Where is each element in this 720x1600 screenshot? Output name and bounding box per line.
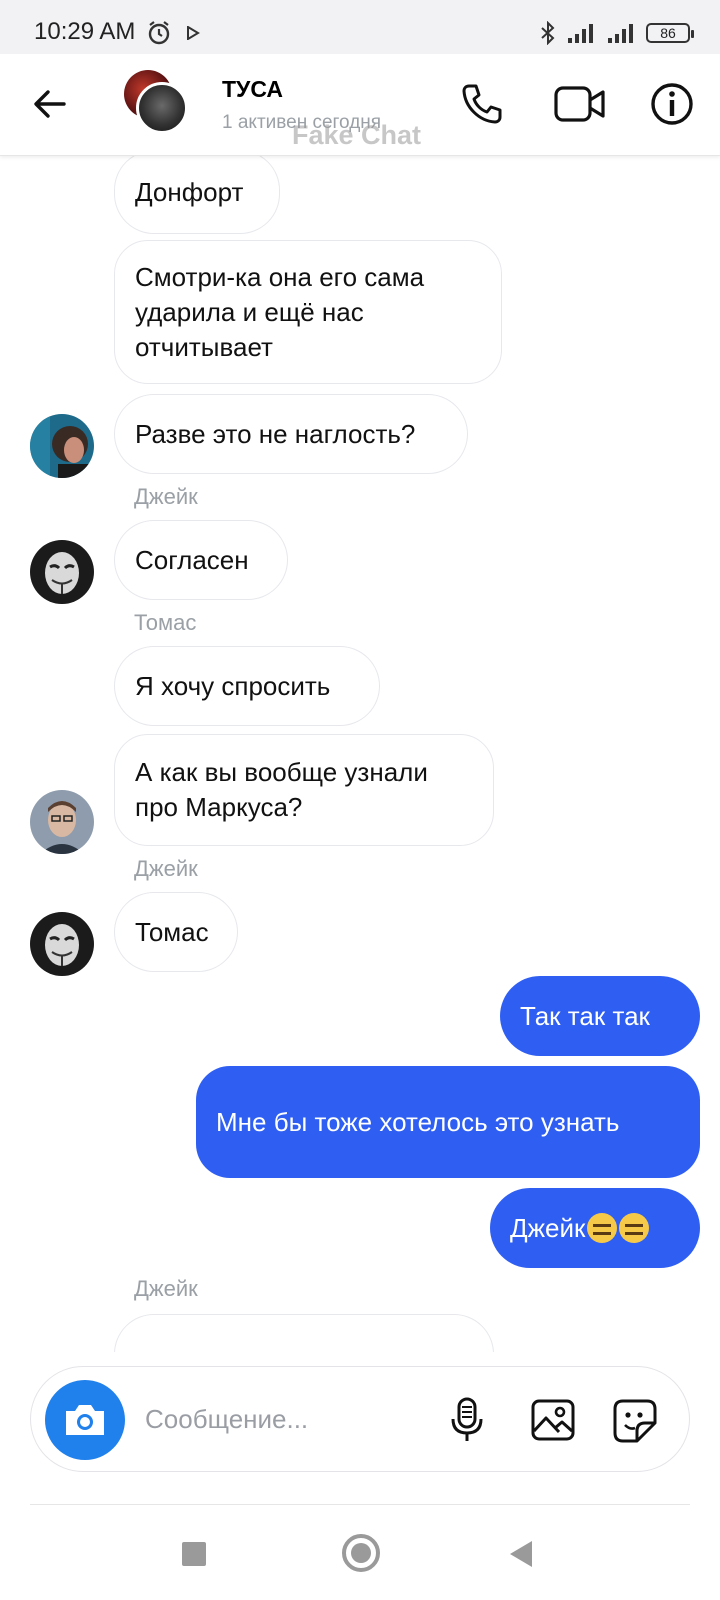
home-button[interactable] — [342, 1534, 380, 1572]
group-avatar-front — [136, 82, 188, 134]
signal-icon-2 — [608, 24, 633, 43]
avatar-jake[interactable] — [30, 912, 94, 976]
message-list[interactable]: Донфорт Смотри-ка она его сама ударила и… — [0, 156, 720, 1352]
message-text: Я хочу спросить — [135, 670, 331, 701]
message-bubble-partial[interactable] — [114, 1314, 494, 1352]
avatar-image — [30, 414, 94, 478]
status-bar: 10:29 AM 86 — [0, 0, 720, 54]
message-text: Разве это не наглость? — [135, 418, 416, 449]
message-bubble-outgoing[interactable]: Так так так — [500, 976, 700, 1056]
message-bubble[interactable]: Согласен — [114, 520, 288, 600]
recent-apps-button[interactable] — [182, 1542, 206, 1566]
message-bubble[interactable]: А как вы вообще узнали про Маркуса? — [114, 734, 494, 846]
message-bubble[interactable]: Томас — [114, 892, 238, 972]
divider — [30, 1504, 690, 1505]
message-input[interactable] — [145, 1397, 415, 1441]
expressionless-face-icon — [619, 1213, 650, 1243]
message-text: Так так так — [520, 1000, 650, 1031]
message-text: Джейк — [510, 1212, 586, 1243]
sender-name: Томас — [134, 610, 197, 635]
avatar-tomas[interactable] — [30, 790, 94, 854]
watermark: Fake Chat — [292, 120, 422, 150]
avatar-jake[interactable] — [30, 540, 94, 604]
battery-icon: 86 — [646, 23, 694, 43]
signal-icon — [568, 24, 593, 43]
message-bubble-outgoing[interactable]: Мне бы тоже хотелось это узнать — [196, 1066, 700, 1178]
message-text: Томас — [135, 916, 209, 947]
message-composer — [30, 1366, 690, 1472]
expressionless-face-icon — [587, 1213, 618, 1243]
message-text: Мне бы тоже хотелось это узнать — [216, 1106, 620, 1137]
status-icons: 86 — [538, 20, 694, 46]
chat-title[interactable]: ТУСА — [222, 76, 283, 103]
back-button[interactable] — [510, 1541, 532, 1567]
message-text: А как вы вообще узнали про Маркуса? — [135, 757, 428, 822]
camera-icon — [66, 1405, 104, 1435]
avatar-image — [30, 790, 94, 854]
group-avatar[interactable] — [124, 70, 190, 134]
battery-level: 86 — [660, 25, 676, 41]
sticker-icon[interactable] — [613, 1399, 657, 1443]
message-bubble[interactable]: Разве это не наглость? — [114, 394, 468, 474]
message-bubble[interactable]: Донфорт — [114, 156, 280, 234]
gallery-icon[interactable] — [531, 1399, 575, 1441]
message-bubble[interactable]: Я хочу спросить — [114, 646, 380, 726]
mask-avatar-image — [30, 912, 94, 976]
bluetooth-icon — [541, 21, 555, 45]
mask-avatar-image — [30, 540, 94, 604]
message-bubble[interactable]: Смотри-ка она его сама ударила и ещё нас… — [114, 240, 502, 384]
video-call-icon[interactable] — [554, 84, 606, 124]
status-time: 10:29 AM — [34, 18, 136, 45]
message-text: Донфорт — [135, 176, 244, 207]
message-bubble-outgoing[interactable]: Джейк — [490, 1188, 700, 1268]
phone-icon[interactable] — [460, 82, 504, 126]
back-arrow-icon[interactable] — [30, 84, 70, 124]
play-icon — [187, 26, 200, 40]
sender-name: Джейк — [134, 484, 198, 509]
message-text: Согласен — [135, 544, 249, 575]
avatar-sender[interactable] — [30, 414, 94, 478]
alarm-icon — [148, 21, 170, 45]
info-icon[interactable] — [650, 82, 694, 126]
microphone-icon[interactable] — [449, 1397, 485, 1443]
sender-name: Джейк — [134, 1276, 198, 1301]
sender-name: Джейк — [134, 856, 198, 881]
camera-button[interactable] — [45, 1380, 125, 1460]
chat-header: ТУСА 1 активен сегодня Fake Chat — [0, 54, 720, 156]
message-text: Смотри-ка она его сама ударила и ещё нас… — [135, 261, 425, 362]
